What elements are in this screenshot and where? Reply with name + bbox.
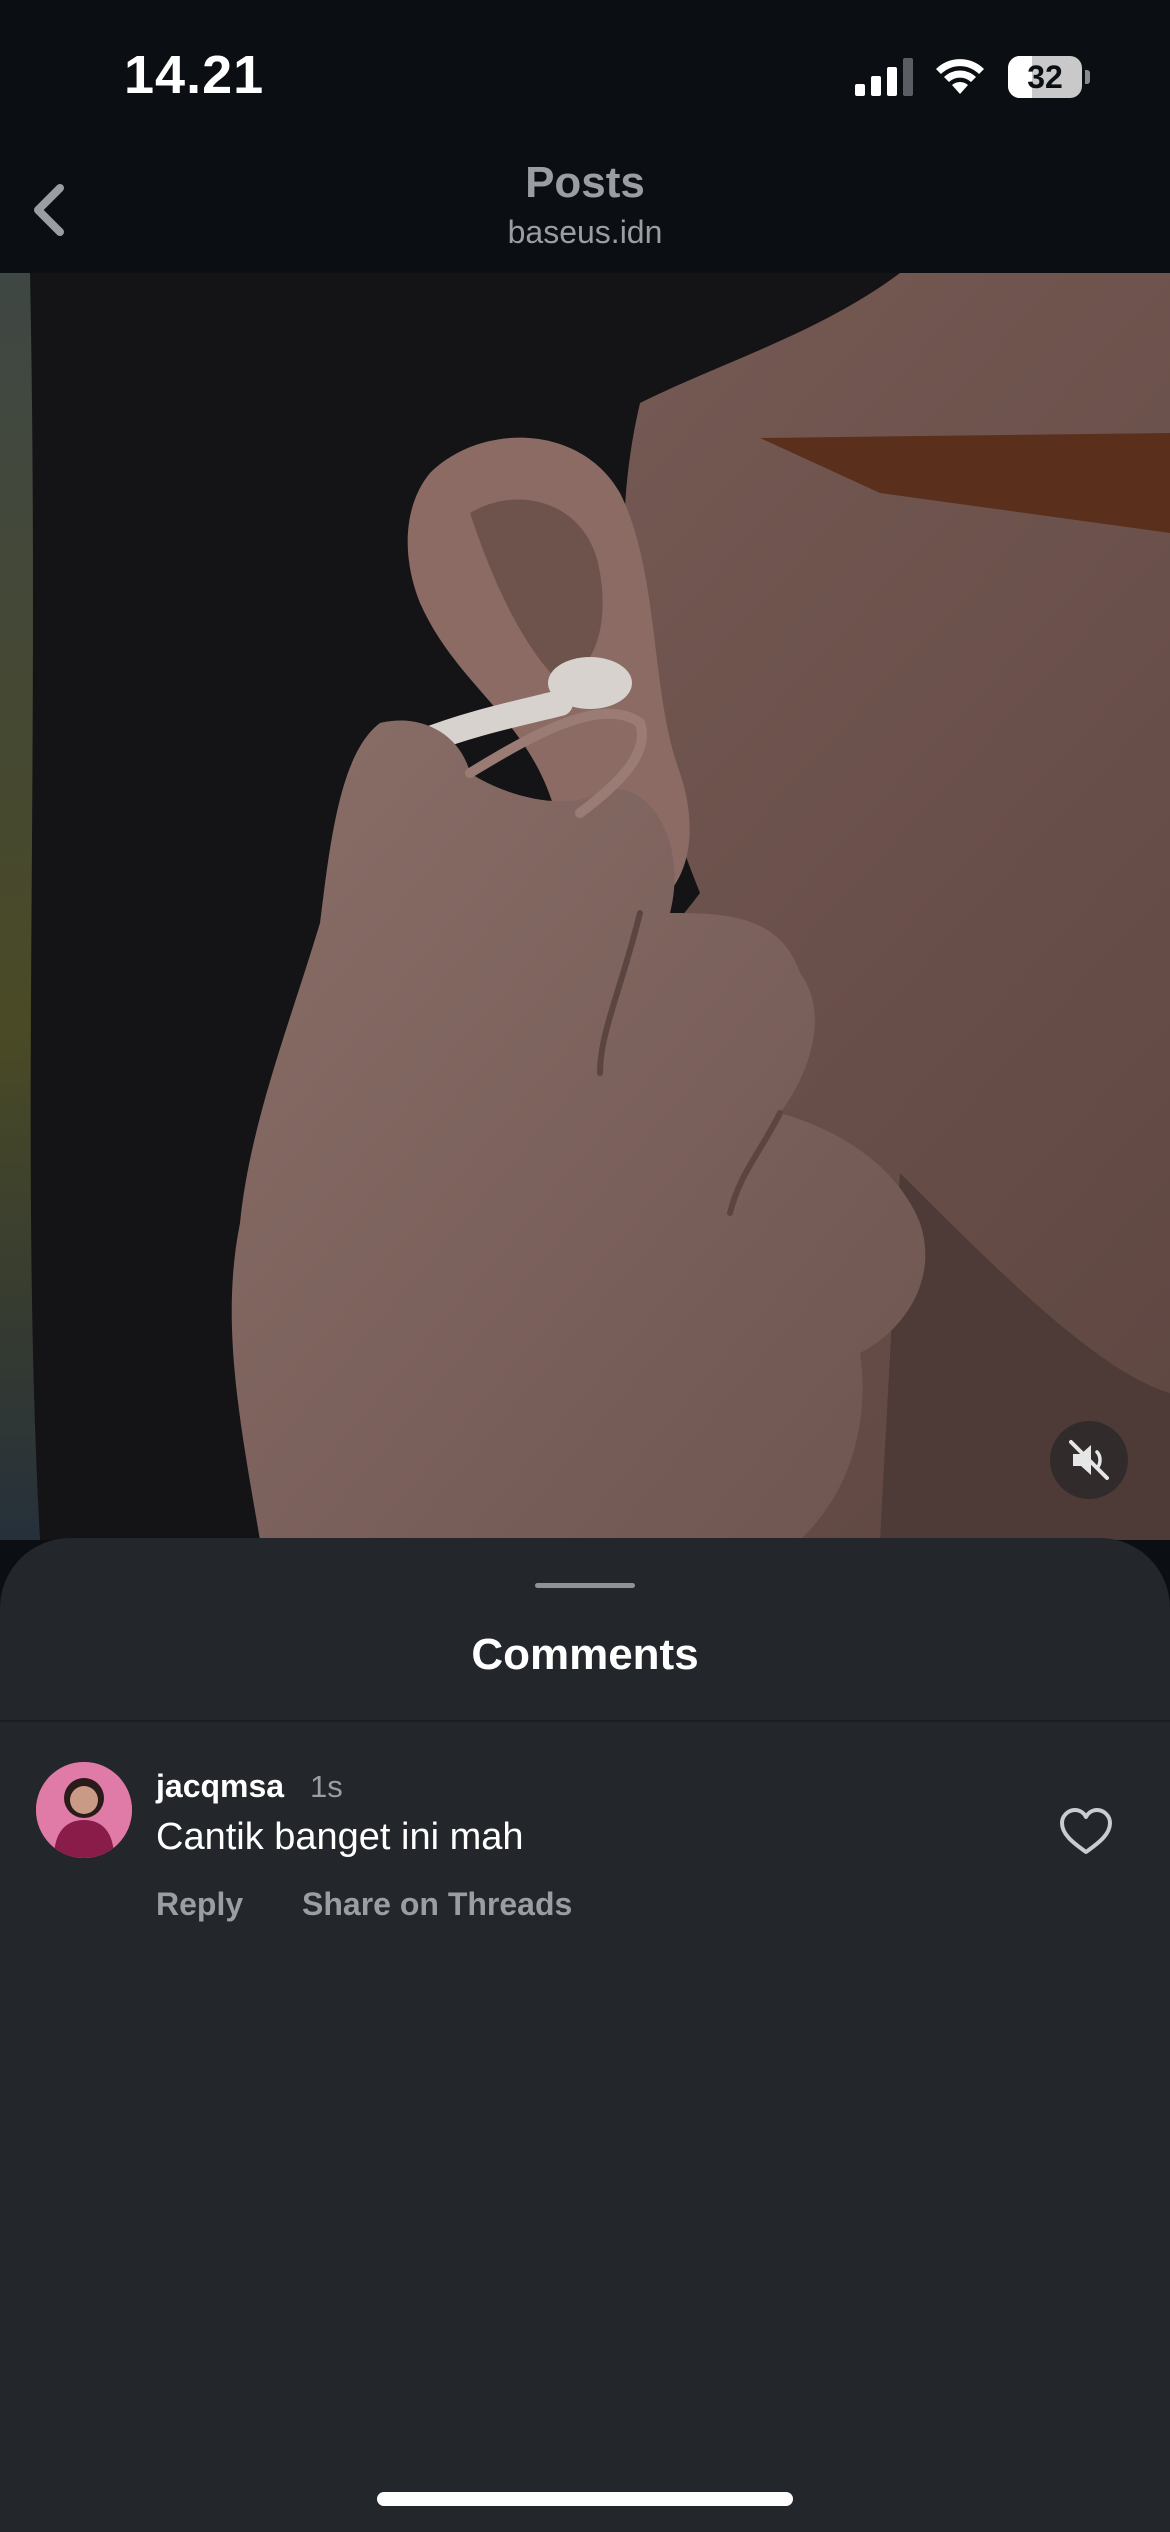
video-frame xyxy=(0,273,1170,1540)
heart-outline-icon xyxy=(1060,1808,1112,1854)
like-button[interactable] xyxy=(1058,1806,1114,1858)
status-bar: 14.21 32 xyxy=(0,0,1170,150)
comment-username[interactable]: jacqmsa xyxy=(156,1768,284,1805)
share-on-threads-button[interactable]: Share on Threads xyxy=(302,1886,572,1923)
reply-button[interactable]: Reply xyxy=(156,1886,243,1923)
page-subtitle[interactable]: baseus.idn xyxy=(0,214,1170,251)
comment-text: Cantik banget ini mah xyxy=(156,1816,524,1858)
wifi-icon xyxy=(936,59,984,94)
battery-nub xyxy=(1085,70,1090,84)
home-indicator[interactable] xyxy=(377,2492,793,2506)
comment-item: jacqmsa 1s Cantik banget ini mah Reply S… xyxy=(0,1762,1170,1962)
page-title: Posts xyxy=(525,158,645,207)
comment-timestamp: 1s xyxy=(310,1769,343,1804)
battery-icon: 32 xyxy=(1008,56,1090,98)
speaker-muted-icon xyxy=(1069,1440,1109,1480)
divider xyxy=(0,1720,1170,1722)
nav-header: Posts baseus.idn xyxy=(0,150,1170,273)
mute-button[interactable] xyxy=(1050,1421,1128,1499)
comments-sheet: Comments jacqmsa 1s Cantik banget ini ma… xyxy=(0,1538,1170,2532)
sheet-drag-handle[interactable] xyxy=(535,1583,635,1588)
avatar[interactable] xyxy=(36,1762,132,1858)
battery-level: 32 xyxy=(1027,59,1063,95)
signal-icon xyxy=(855,58,913,96)
avatar-image xyxy=(36,1762,132,1858)
screen: 14.21 32 Posts baseus.idn Comments jacqm… xyxy=(0,0,1170,2532)
status-time: 14.21 xyxy=(124,45,265,105)
comments-title: Comments xyxy=(471,1630,699,1679)
post-video[interactable] xyxy=(0,273,1170,1540)
battery-body: 32 xyxy=(1008,56,1082,98)
